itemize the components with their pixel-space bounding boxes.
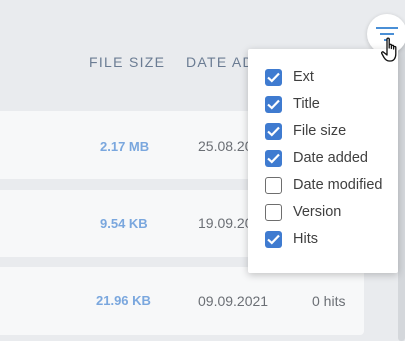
- hits-cell: 0 hits: [312, 293, 346, 309]
- menu-item-ext[interactable]: Ext: [248, 64, 398, 91]
- file-size-cell: 9.54 KB: [100, 216, 148, 231]
- table-row[interactable]: 21.96 KB 09.09.2021 0 hits: [0, 267, 364, 335]
- menu-item-date-modified[interactable]: Date modified: [248, 172, 398, 199]
- menu-item-label: File size: [293, 123, 347, 139]
- file-size-cell: 21.96 KB: [96, 293, 151, 308]
- column-visibility-menu: Ext Title File size Date added Date modi…: [248, 49, 398, 273]
- file-size-cell: 2.17 MB: [100, 139, 150, 154]
- hand-pointer-icon: [381, 37, 397, 62]
- scrollbar[interactable]: [398, 38, 405, 341]
- column-header-file-size[interactable]: FILE SIZE: [89, 54, 165, 70]
- menu-item-file-size[interactable]: File size: [248, 118, 398, 145]
- menu-item-label: Hits: [293, 231, 318, 247]
- checkbox-unchecked[interactable]: [265, 204, 282, 221]
- menu-item-date-added[interactable]: Date added: [248, 145, 398, 172]
- menu-item-hits[interactable]: Hits: [248, 226, 398, 253]
- checkbox-checked[interactable]: [265, 96, 282, 113]
- check-icon: [267, 72, 280, 83]
- menu-item-title[interactable]: Title: [248, 91, 398, 118]
- menu-item-label: Date modified: [293, 177, 383, 193]
- menu-item-label: Title: [293, 96, 320, 112]
- menu-item-label: Ext: [293, 69, 314, 85]
- check-icon: [267, 234, 280, 245]
- checkbox-checked[interactable]: [265, 150, 282, 167]
- check-icon: [267, 153, 280, 164]
- check-icon: [267, 126, 280, 137]
- menu-item-version[interactable]: Version: [248, 199, 398, 226]
- menu-item-label: Date added: [293, 150, 368, 166]
- check-icon: [267, 99, 280, 110]
- checkbox-checked[interactable]: [265, 231, 282, 248]
- checkbox-unchecked[interactable]: [265, 177, 282, 194]
- date-added-cell: 09.09.2021: [198, 293, 269, 309]
- checkbox-checked[interactable]: [265, 123, 282, 140]
- checkbox-checked[interactable]: [265, 69, 282, 86]
- menu-item-label: Version: [293, 204, 342, 220]
